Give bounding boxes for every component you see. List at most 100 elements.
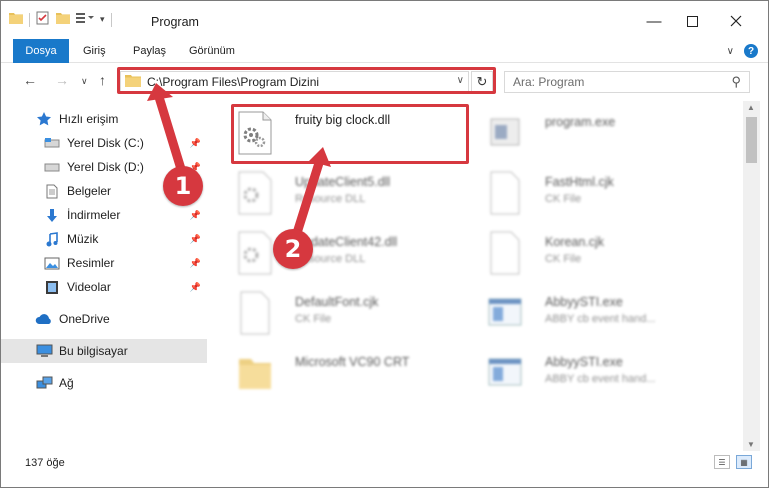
sidebar-item-label: Hızlı erişim bbox=[59, 112, 119, 126]
window-title: Program bbox=[151, 15, 199, 29]
tab-gorunum[interactable]: Görünüm bbox=[189, 39, 235, 63]
tab-giris[interactable]: Giriş bbox=[83, 39, 106, 63]
file-item[interactable]: FastHtml.cjk CK File bbox=[477, 165, 727, 225]
navigation-pane: Hızlı erişim Yerel Disk (C:) 📌 Yerel Dis… bbox=[1, 101, 207, 451]
file-name: FastHtml.cjk bbox=[545, 175, 614, 189]
sidebar-item-label: OneDrive bbox=[59, 312, 110, 326]
sidebar-item-label: Yerel Disk (D:) bbox=[67, 160, 144, 174]
dll-icon bbox=[238, 171, 272, 215]
file-type: ABBY cb event hand... bbox=[545, 313, 656, 325]
download-icon bbox=[43, 206, 61, 224]
picture-icon bbox=[43, 254, 61, 272]
title-bar: ▾ Program — bbox=[1, 1, 768, 39]
file-item-program-exe[interactable]: program.exe bbox=[477, 105, 727, 165]
sidebar-item-label: İndirmeler bbox=[67, 208, 121, 222]
maximize-button[interactable] bbox=[669, 7, 715, 35]
new-folder-icon[interactable] bbox=[56, 12, 70, 27]
cloud-icon bbox=[35, 310, 53, 328]
ribbon-controls: ∨ ? bbox=[727, 44, 758, 58]
file-type: Resource DLL bbox=[295, 193, 366, 205]
address-bar-highlight bbox=[117, 67, 496, 94]
explorer-window: ▾ Program — Dosya Giriş Paylaş Görünüm ∨… bbox=[0, 0, 769, 488]
sidebar-item-music[interactable]: Müzik 📌 bbox=[1, 227, 207, 251]
file-item[interactable]: UpdateClient5.dll Resource DLL bbox=[227, 165, 477, 225]
pin-icon[interactable]: 📌 bbox=[190, 258, 201, 269]
file-item[interactable]: UpdateClient42.dll Resource DLL bbox=[227, 225, 477, 285]
folder-icon bbox=[239, 359, 271, 389]
sidebar-item-this-pc[interactable]: Bu bilgisayar bbox=[1, 339, 207, 363]
sidebar-item-local-disk-c[interactable]: Yerel Disk (C:) 📌 bbox=[1, 131, 207, 155]
forward-button[interactable]: → bbox=[55, 72, 69, 88]
sidebar-item-quick-access[interactable]: Hızlı erişim bbox=[1, 107, 207, 131]
sidebar-item-onedrive[interactable]: OneDrive bbox=[1, 307, 207, 331]
search-input[interactable]: Ara: Program ⚲ bbox=[504, 71, 750, 93]
pin-icon[interactable]: 📌 bbox=[190, 138, 201, 149]
pin-icon[interactable]: 📌 bbox=[190, 210, 201, 221]
sidebar-item-label: Belgeler bbox=[67, 184, 112, 198]
sidebar-item-label: Ağ bbox=[59, 376, 74, 390]
file-item[interactable]: AbbyySTI.exe ABBY cb event hand... bbox=[477, 345, 727, 405]
close-button[interactable] bbox=[713, 7, 759, 35]
chevron-down-icon[interactable]: ▾ bbox=[100, 14, 105, 25]
sidebar-item-label: Yerel Disk (C:) bbox=[67, 136, 144, 150]
document-icon bbox=[43, 182, 61, 200]
drive-icon bbox=[43, 158, 61, 176]
star-icon bbox=[35, 110, 53, 128]
file-name: program.exe bbox=[545, 115, 616, 129]
file-item[interactable]: AbbyySTI.exe ABBY cb event hand... bbox=[477, 285, 727, 345]
file-item[interactable]: Korean.cjk CK File bbox=[477, 225, 727, 285]
recent-locations-button[interactable]: ∨ bbox=[81, 76, 88, 87]
ribbon-tabs: Dosya Giriş Paylaş Görünüm ∨ ? bbox=[1, 39, 768, 63]
sidebar-item-downloads[interactable]: İndirmeler 📌 bbox=[1, 203, 207, 227]
app-window-icon bbox=[488, 298, 522, 326]
sidebar-item-videos[interactable]: Videolar 📌 bbox=[1, 275, 207, 299]
drive-icon bbox=[43, 134, 61, 152]
file-type: CK File bbox=[545, 253, 582, 265]
file-name: AbbyySTI.exe bbox=[545, 355, 623, 369]
help-icon[interactable]: ? bbox=[744, 44, 758, 58]
dll-icon bbox=[238, 231, 272, 275]
exe-icon bbox=[490, 118, 520, 146]
file-name: AbbyySTI.exe bbox=[545, 295, 623, 309]
file-name: UpdateClient5.dll bbox=[295, 175, 391, 189]
pin-icon[interactable]: 📌 bbox=[190, 234, 201, 245]
file-name: Korean.cjk bbox=[545, 235, 605, 249]
scroll-down-icon[interactable]: ▼ bbox=[747, 440, 755, 449]
up-button[interactable]: ↑ bbox=[99, 72, 106, 88]
details-view-icon[interactable]: ☰ bbox=[714, 455, 730, 469]
vertical-scrollbar[interactable]: ▲ ▼ bbox=[743, 101, 760, 451]
search-placeholder[interactable]: Ara: Program bbox=[513, 75, 584, 89]
scroll-up-icon[interactable]: ▲ bbox=[747, 103, 755, 112]
expand-ribbon-icon[interactable]: ∨ bbox=[727, 46, 734, 57]
pin-icon[interactable]: 📌 bbox=[190, 282, 201, 293]
properties-icon[interactable] bbox=[36, 11, 50, 28]
file-name: Microsoft VC90 CRT bbox=[295, 355, 410, 369]
customize-icon[interactable] bbox=[76, 12, 94, 27]
sidebar-item-label: Müzik bbox=[67, 232, 99, 246]
file-item[interactable]: DefaultFont.cjk CK File bbox=[227, 285, 477, 345]
scroll-thumb[interactable] bbox=[746, 117, 757, 163]
step-marker-2: 2 bbox=[273, 229, 313, 269]
tab-dosya[interactable]: Dosya bbox=[13, 39, 69, 63]
blank-file-icon bbox=[490, 171, 520, 215]
toolbar-separator bbox=[110, 12, 112, 27]
large-icons-view-icon[interactable]: ▦ bbox=[736, 455, 752, 469]
network-icon bbox=[35, 374, 53, 392]
sidebar-item-label: Resimler bbox=[67, 256, 115, 270]
folder-icon[interactable] bbox=[9, 12, 23, 27]
file-type: ABBY cb event hand... bbox=[545, 373, 656, 385]
file-highlight bbox=[231, 104, 469, 164]
search-icon[interactable]: ⚲ bbox=[731, 74, 741, 90]
sidebar-item-pictures[interactable]: Resimler 📌 bbox=[1, 251, 207, 275]
tab-paylas[interactable]: Paylaş bbox=[133, 39, 166, 63]
back-button[interactable]: ← bbox=[23, 72, 37, 88]
sidebar-item-label: Videolar bbox=[67, 280, 111, 294]
file-type: CK File bbox=[295, 313, 332, 325]
file-name: DefaultFont.cjk bbox=[295, 295, 379, 309]
sidebar-item-network[interactable]: Ağ bbox=[1, 371, 207, 395]
app-window-icon bbox=[488, 358, 522, 386]
file-item[interactable]: Microsoft VC90 CRT bbox=[227, 345, 477, 405]
blank-file-icon bbox=[240, 291, 270, 335]
quick-access-toolbar: ▾ bbox=[9, 11, 112, 28]
blank-file-icon bbox=[490, 231, 520, 275]
